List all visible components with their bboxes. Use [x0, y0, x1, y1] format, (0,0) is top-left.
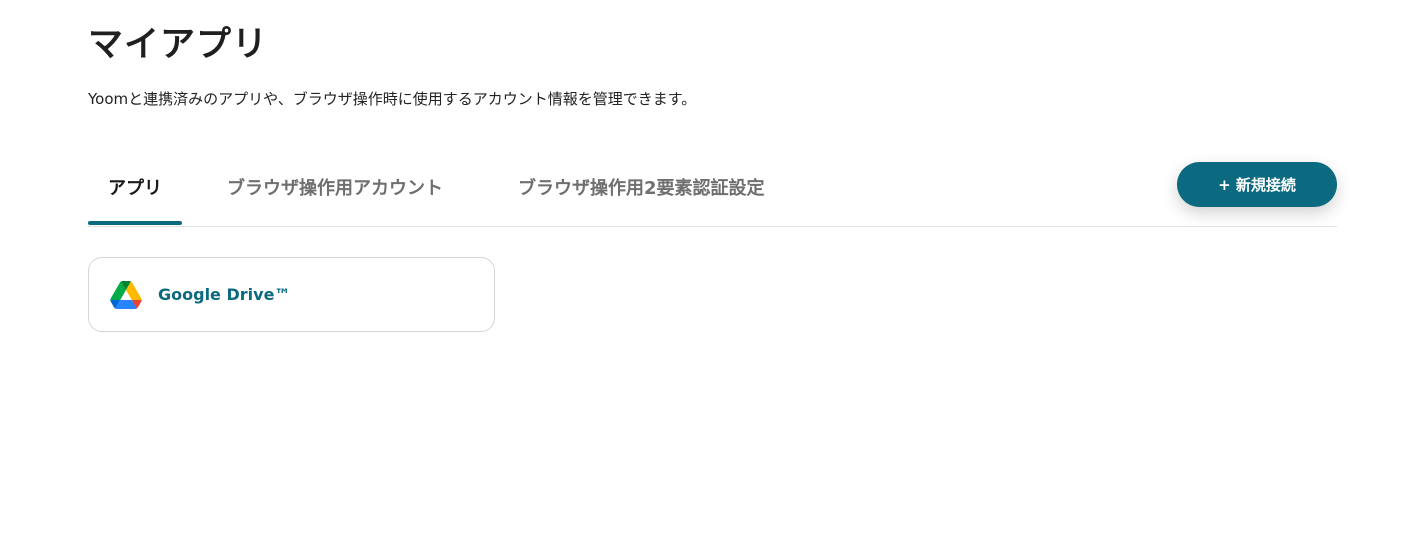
page-description: Yoomと連携済みのアプリや、ブラウザ操作時に使用するアカウント情報を管理できま…	[88, 90, 697, 108]
tab-browser-accounts[interactable]: ブラウザ操作用アカウント	[227, 176, 443, 202]
active-tab-indicator	[88, 221, 182, 225]
app-name: Google Drive™	[158, 285, 291, 304]
my-apps-page: マイアプリ Yoomと連携済みのアプリや、ブラウザ操作時に使用するアカウント情報…	[0, 0, 1408, 537]
page-title: マイアプリ	[88, 25, 269, 65]
tab-browser-2fa-settings[interactable]: ブラウザ操作用2要素認証設定	[518, 176, 765, 202]
tab-bar: アプリ ブラウザ操作用アカウント ブラウザ操作用2要素認証設定	[88, 162, 1337, 227]
tab-apps[interactable]: アプリ	[108, 176, 162, 202]
google-drive-icon	[110, 280, 142, 310]
app-card-google-drive[interactable]: Google Drive™	[88, 257, 495, 332]
add-connection-button[interactable]: + 新規接続	[1177, 162, 1337, 207]
